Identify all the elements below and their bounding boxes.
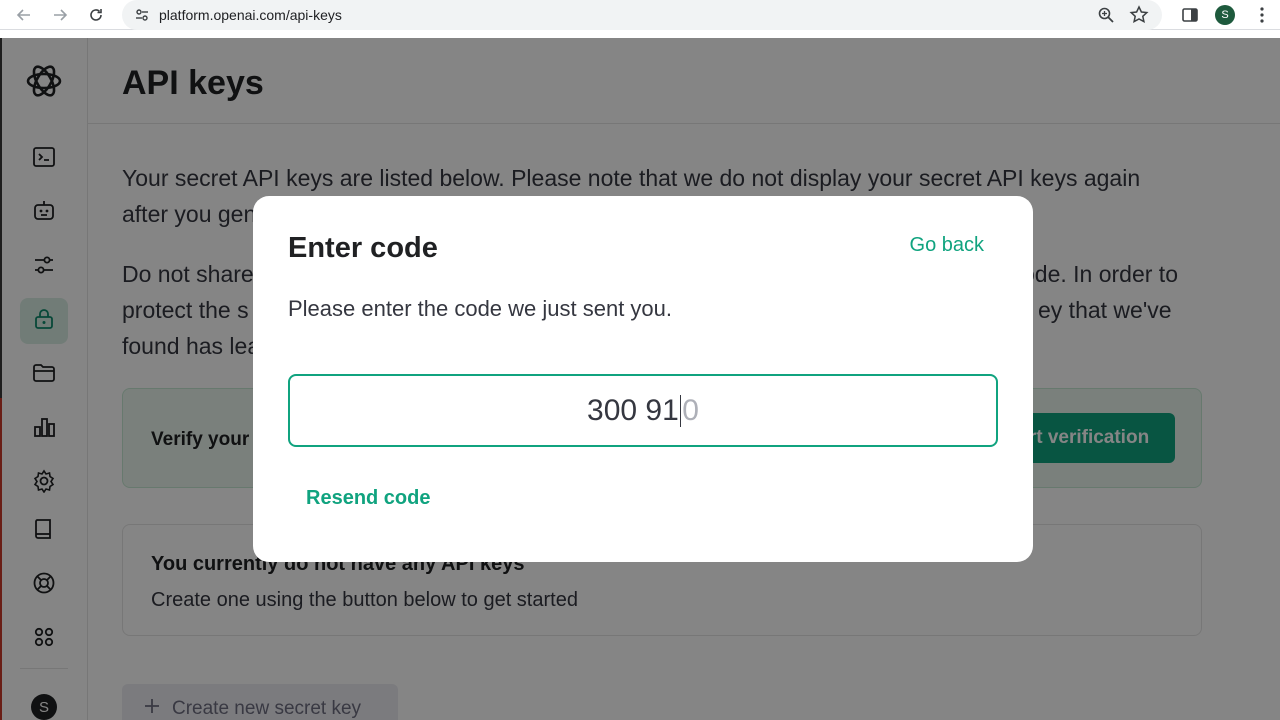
resend-code-link[interactable]: Resend code bbox=[306, 487, 430, 510]
reload-icon[interactable] bbox=[84, 3, 108, 27]
site-settings-icon[interactable] bbox=[134, 7, 150, 23]
go-back-link[interactable]: Go back bbox=[910, 234, 984, 257]
address-bar[interactable]: platform.openai.com/api-keys bbox=[122, 0, 1162, 30]
verification-code-input[interactable]: 300 91 0 bbox=[288, 374, 998, 447]
browser-profile-avatar[interactable]: S bbox=[1215, 5, 1235, 25]
enter-code-dialog: Enter code Go back Please enter the code… bbox=[253, 196, 1033, 562]
bookmark-star-icon[interactable] bbox=[1129, 5, 1149, 25]
dialog-title: Enter code bbox=[288, 232, 438, 264]
zoom-icon[interactable] bbox=[1097, 6, 1115, 24]
side-panel-icon[interactable] bbox=[1180, 5, 1200, 25]
code-typed-text: 300 91 bbox=[587, 393, 679, 427]
dialog-description: Please enter the code we just sent you. bbox=[288, 296, 673, 321]
browser-toolbar: platform.openai.com/api-keys S bbox=[0, 0, 1280, 30]
url-text[interactable]: platform.openai.com/api-keys bbox=[159, 7, 342, 23]
back-icon[interactable] bbox=[12, 3, 36, 27]
text-caret bbox=[679, 394, 682, 427]
code-placeholder-text: 0 bbox=[682, 393, 699, 427]
forward-icon[interactable] bbox=[48, 3, 72, 27]
browser-menu-icon[interactable] bbox=[1252, 5, 1272, 25]
